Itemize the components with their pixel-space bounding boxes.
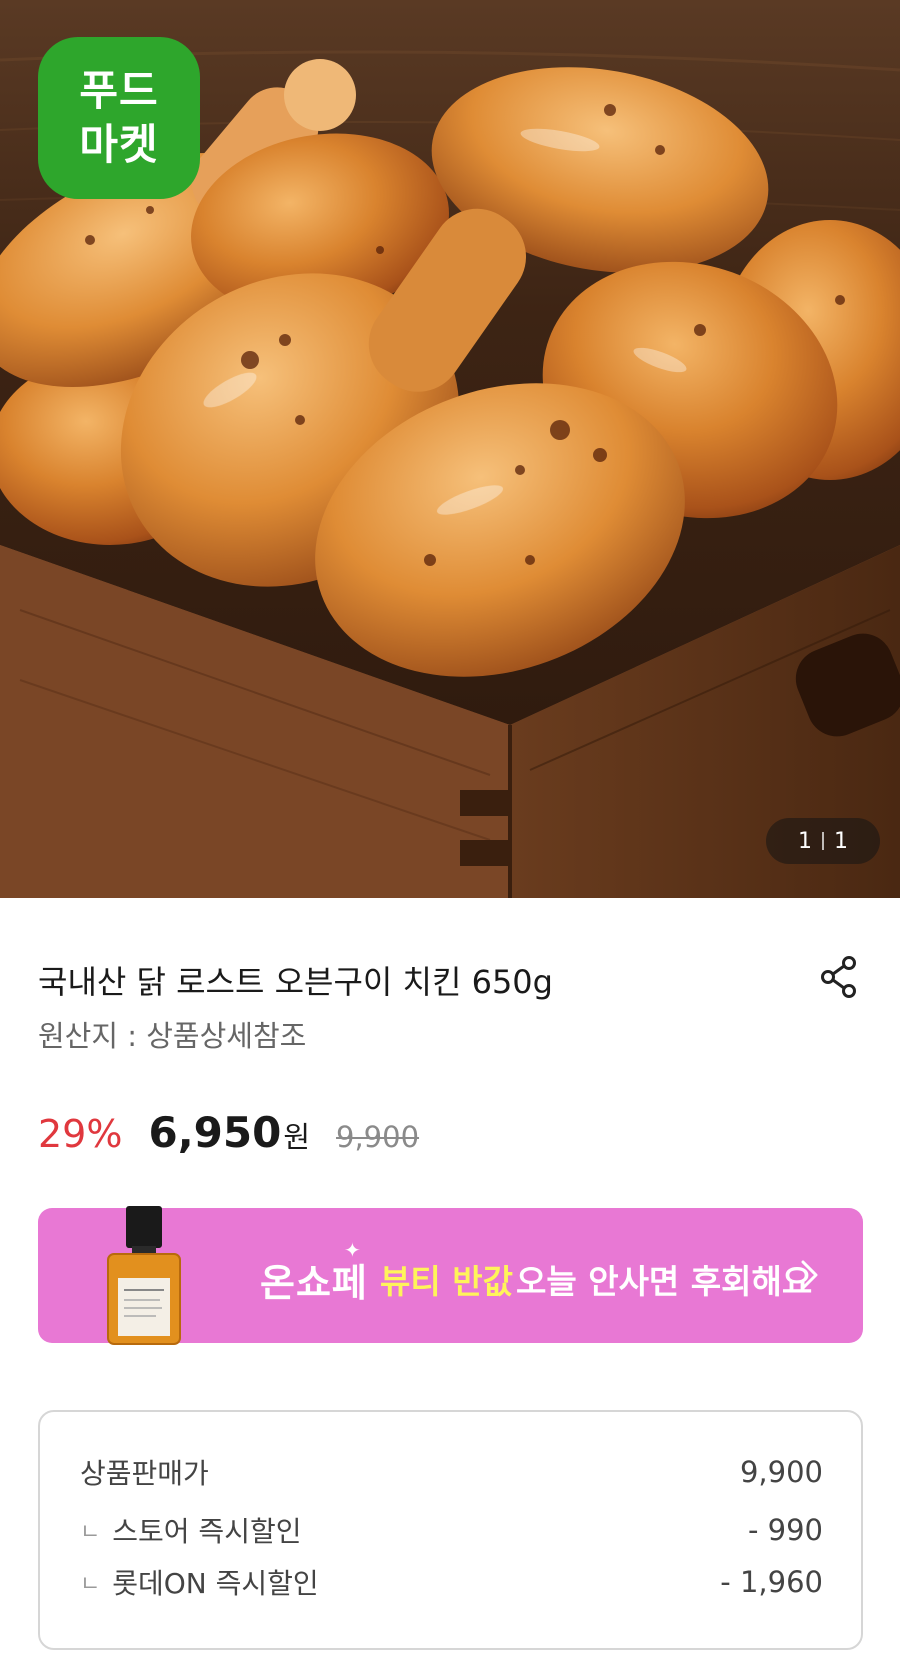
breakdown-label-wrap: ㄴ 롯데ON 즉시할인 (80, 1562, 319, 1602)
indicator-divider (822, 832, 824, 850)
current-image-index: 1 (798, 828, 812, 854)
promo-banner[interactable]: 온쇼페 ✦ 뷰티 반값 오늘 안사면 후회해요 (38, 1206, 863, 1345)
product-image[interactable]: 푸드 마켓 1 1 (0, 0, 900, 898)
banner-highlight: 뷰티 반값 (380, 1262, 513, 1301)
brand-badge: 푸드 마켓 (38, 37, 200, 199)
breakdown-value: 9,900 (739, 1455, 823, 1489)
brand-badge-line1: 푸드 (79, 66, 159, 115)
breakdown-label: 스토어 즉시할인 (112, 1515, 302, 1548)
product-title: 국내산 닭 로스트 오븐구이 치킨 650g (38, 963, 553, 1001)
image-page-indicator: 1 1 (766, 818, 880, 864)
breakdown-value: - 1,960 (720, 1565, 823, 1599)
corner-marker-icon: ㄴ (80, 1572, 101, 1597)
price-breakdown: 상품판매가 9,900 ㄴ 스토어 즉시할인 - 990 ㄴ 롯데ON 즉시할인… (38, 1410, 863, 1650)
breakdown-label: 상품판매가 (80, 1457, 209, 1490)
corner-marker-icon: ㄴ (80, 1520, 101, 1545)
share-icon (821, 956, 856, 998)
breakdown-row-base: 상품판매가 9,900 (80, 1452, 823, 1492)
origin-label: 원산지 : 상품상세참조 (38, 1019, 307, 1053)
brand-badge-line2: 마켓 (79, 120, 159, 169)
discount-rate: 29% (38, 1112, 123, 1156)
banner-text: 오늘 안사면 후회해요 (516, 1262, 813, 1301)
breakdown-row-lotteon-discount: ㄴ 롯데ON 즉시할인 - 1,960 (80, 1562, 823, 1602)
breakdown-label-wrap: ㄴ 스토어 즉시할인 (80, 1510, 301, 1550)
breakdown-label: 롯데ON 즉시할인 (112, 1567, 319, 1600)
total-image-count: 1 (834, 828, 848, 854)
breakdown-value: - 990 (747, 1513, 823, 1547)
breakdown-row-store-discount: ㄴ 스토어 즉시할인 - 990 (80, 1510, 823, 1550)
sparkle-icon: ✦ (344, 1238, 362, 1262)
chevron-right-icon (801, 1260, 818, 1290)
original-price: 9,900 (336, 1120, 420, 1154)
price-row: 29% 6,950 원 9,900 (38, 1108, 419, 1160)
currency-unit: 원 (283, 1120, 311, 1154)
banner-logo: 온쇼페 ✦ (260, 1238, 368, 1307)
perfume-bottle-image (107, 1206, 181, 1345)
sale-price: 6,950 (148, 1108, 282, 1157)
share-button[interactable] (816, 954, 862, 1000)
banner-logo-text: 온쇼페 (260, 1261, 368, 1305)
